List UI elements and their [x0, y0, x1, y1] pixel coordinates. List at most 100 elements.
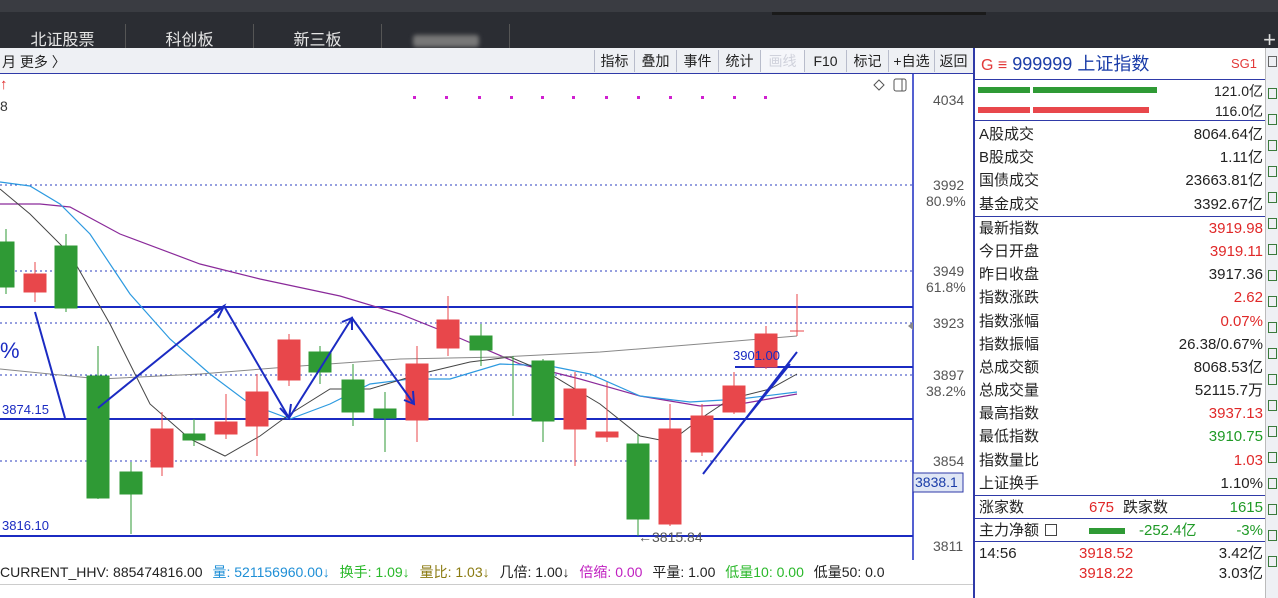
chart-toolbar: 月 更多 〉 指标 叠加 事件 统计 画线 F10 标记 +自选 返回 — [0, 48, 973, 74]
side-tool-icon[interactable] — [1268, 166, 1277, 177]
ind-low10: 低量10: 0.00 — [725, 564, 804, 580]
tick-section: 14:56 3918.52 3.42亿 3918.22 3.03亿 — [975, 541, 1265, 584]
stat-total-volume: 总成交量 52115.7万 — [979, 382, 1263, 400]
index-title: 999999 上证指数 — [1012, 54, 1150, 74]
stat-high: 最高指数 3937.13 — [979, 405, 1263, 423]
side-icon-strip — [1265, 48, 1278, 598]
side-tool-icon[interactable] — [1268, 322, 1277, 333]
more-menu[interactable]: 月 更多 〉 — [2, 52, 66, 72]
stat-turnover-rate: 上证换手 1.10% — [979, 474, 1263, 492]
candlestick-chart[interactable]: 4034 3992 80.9% 3949 61.8% 3923 3897 38.… — [0, 74, 973, 560]
sell-bar-b — [1033, 107, 1149, 113]
axis-label-80pct: 80.9% — [926, 193, 966, 209]
signal-dots — [413, 96, 767, 99]
turnover-row-bond: 国债成交 23663.81亿 — [979, 172, 1263, 190]
buy-volume-row: 121.0亿 — [975, 80, 1265, 100]
axis-label-3923: 3923 — [933, 315, 965, 331]
decliners-value: 1615 — [1229, 499, 1263, 516]
netflow-row: 主力净额 -252.4亿 -3% — [975, 518, 1265, 541]
collapse-icon[interactable] — [1268, 56, 1277, 67]
advancers-label: 涨家数 — [979, 499, 1025, 516]
indicator-bar: CURRENT_HHV: 885474816.00 量: 521156960.0… — [0, 560, 915, 584]
side-tool-icon[interactable] — [1268, 452, 1277, 463]
stat-volume-ratio: 指数量比 1.03 — [979, 451, 1263, 469]
mark-button[interactable]: 标记 — [846, 50, 888, 72]
netflow-pct: -3% — [1236, 522, 1263, 540]
draw-line-button[interactable]: 画线 — [760, 50, 804, 72]
side-tool-icon[interactable] — [1268, 114, 1277, 125]
sell-volume-value: 116.0亿 — [1215, 103, 1263, 119]
side-tool-icon[interactable] — [1268, 88, 1277, 99]
add-watchlist-button[interactable]: +自选 — [888, 50, 934, 72]
ind-multiple: 几倍: 1.00↓ — [499, 564, 570, 580]
back-button[interactable]: 返回 — [934, 50, 972, 72]
buy-bar-a — [978, 87, 1030, 93]
side-tool-icon[interactable] — [1268, 192, 1277, 203]
level-label-3816: 3816.10 — [2, 518, 49, 533]
side-tool-icon[interactable] — [1268, 140, 1277, 151]
stat-change: 指数涨跌 2.62 — [979, 289, 1263, 307]
ind-flat: 平量: 1.00 — [652, 564, 716, 580]
low-price-label: ←3815.84 — [638, 529, 703, 545]
tick-row: 3918.22 3.03亿 — [1079, 565, 1263, 583]
sell-bar-a — [978, 107, 1030, 113]
side-tool-icon[interactable] — [1268, 296, 1277, 307]
level-label-3901: 3901.00 — [733, 348, 780, 363]
side-tool-icon[interactable] — [1268, 478, 1277, 489]
ind-low50: 低量50: 0.0 — [813, 564, 885, 580]
stats-button[interactable]: 统计 — [718, 50, 760, 72]
tick-row: 14:56 3918.52 3.42亿 — [979, 545, 1263, 563]
quote-panel: G ≡ 999999 上证指数 SG1 121.0亿 116.0亿 A股成交 80… — [973, 48, 1265, 598]
turnover-section: A股成交 8064.64亿 B股成交 1.11亿 国债成交 23663.81亿 基金成… — [975, 120, 1265, 216]
side-tool-icon[interactable] — [1268, 218, 1277, 229]
panel-header[interactable]: G ≡ 999999 上证指数 SG1 — [975, 48, 1265, 80]
side-tool-icon[interactable] — [1268, 400, 1277, 411]
stat-open: 今日开盘 3919.11 — [979, 242, 1263, 260]
side-tool-icon[interactable] — [1268, 244, 1277, 255]
advancers-value: 675 — [1089, 499, 1115, 516]
side-tool-icon[interactable] — [1268, 348, 1277, 359]
netflow-label: 主力净额 — [979, 522, 1040, 540]
stat-prev-close: 昨日收盘 3917.36 — [979, 266, 1263, 284]
axis-label-3897: 3897 — [933, 367, 965, 383]
buy-volume-value: 121.0亿 — [1213, 83, 1263, 99]
side-tool-icon[interactable] — [1268, 556, 1277, 567]
ind-volume-ratio: 量比: 1.03↓ — [419, 564, 490, 580]
side-tool-icon[interactable] — [1268, 426, 1277, 437]
chart-canvas — [0, 74, 964, 560]
level-label-3874: 3874.15 — [2, 402, 49, 417]
stat-low: 最低指数 3910.75 — [979, 428, 1263, 446]
indicator-button[interactable]: 指标 — [594, 50, 634, 72]
sell-volume-row: 116.0亿 — [975, 100, 1265, 120]
group-icon: G ≡ — [981, 57, 1008, 74]
axis-label-3811: 3811 — [933, 538, 964, 554]
side-tool-icon[interactable] — [1268, 374, 1277, 385]
axis-label-3854: 3854 — [933, 453, 965, 469]
stat-latest: 最新指数 3919.98 — [979, 219, 1263, 237]
sg-tag: SG1 — [1230, 56, 1257, 71]
side-tool-icon[interactable] — [1268, 270, 1277, 281]
stat-total-amount: 总成交额 8068.53亿 — [979, 358, 1263, 376]
axis-label-3949: 3949 — [933, 263, 965, 279]
stat-amplitude: 指数振幅 26.38/0.67% — [979, 335, 1263, 353]
panel-toggle-icon — [893, 78, 907, 92]
blurred-label — [412, 34, 479, 47]
axis-label-4034: 4034 — [933, 92, 965, 108]
turnover-row-a: A股成交 8064.64亿 — [979, 126, 1263, 143]
overlay-button[interactable]: 叠加 — [634, 50, 676, 72]
ma-black-line — [0, 188, 798, 457]
side-tool-icon[interactable] — [1268, 530, 1277, 541]
stats-section: 最新指数 3919.98 今日开盘 3919.11 昨日收盘 3917.36 指数涨跌… — [975, 215, 1265, 495]
top-bar-accent — [772, 12, 986, 15]
top-left-arrow: ↑ — [0, 76, 8, 93]
f10-button[interactable]: F10 — [804, 50, 846, 72]
event-button[interactable]: 事件 — [676, 50, 718, 72]
netflow-icon[interactable] — [1045, 524, 1058, 537]
side-tool-icon[interactable] — [1268, 504, 1277, 515]
diamond-icon — [873, 79, 885, 91]
turnover-row-fund: 基金成交 3392.67亿 — [979, 195, 1263, 213]
stat-change-pct: 指数涨幅 0.07% — [979, 312, 1263, 330]
decliners-label: 跌家数 — [1123, 499, 1169, 516]
bottom-strip — [0, 584, 973, 598]
ind-current-hhv: CURRENT_HHV: 885474816.00 — [0, 564, 203, 580]
